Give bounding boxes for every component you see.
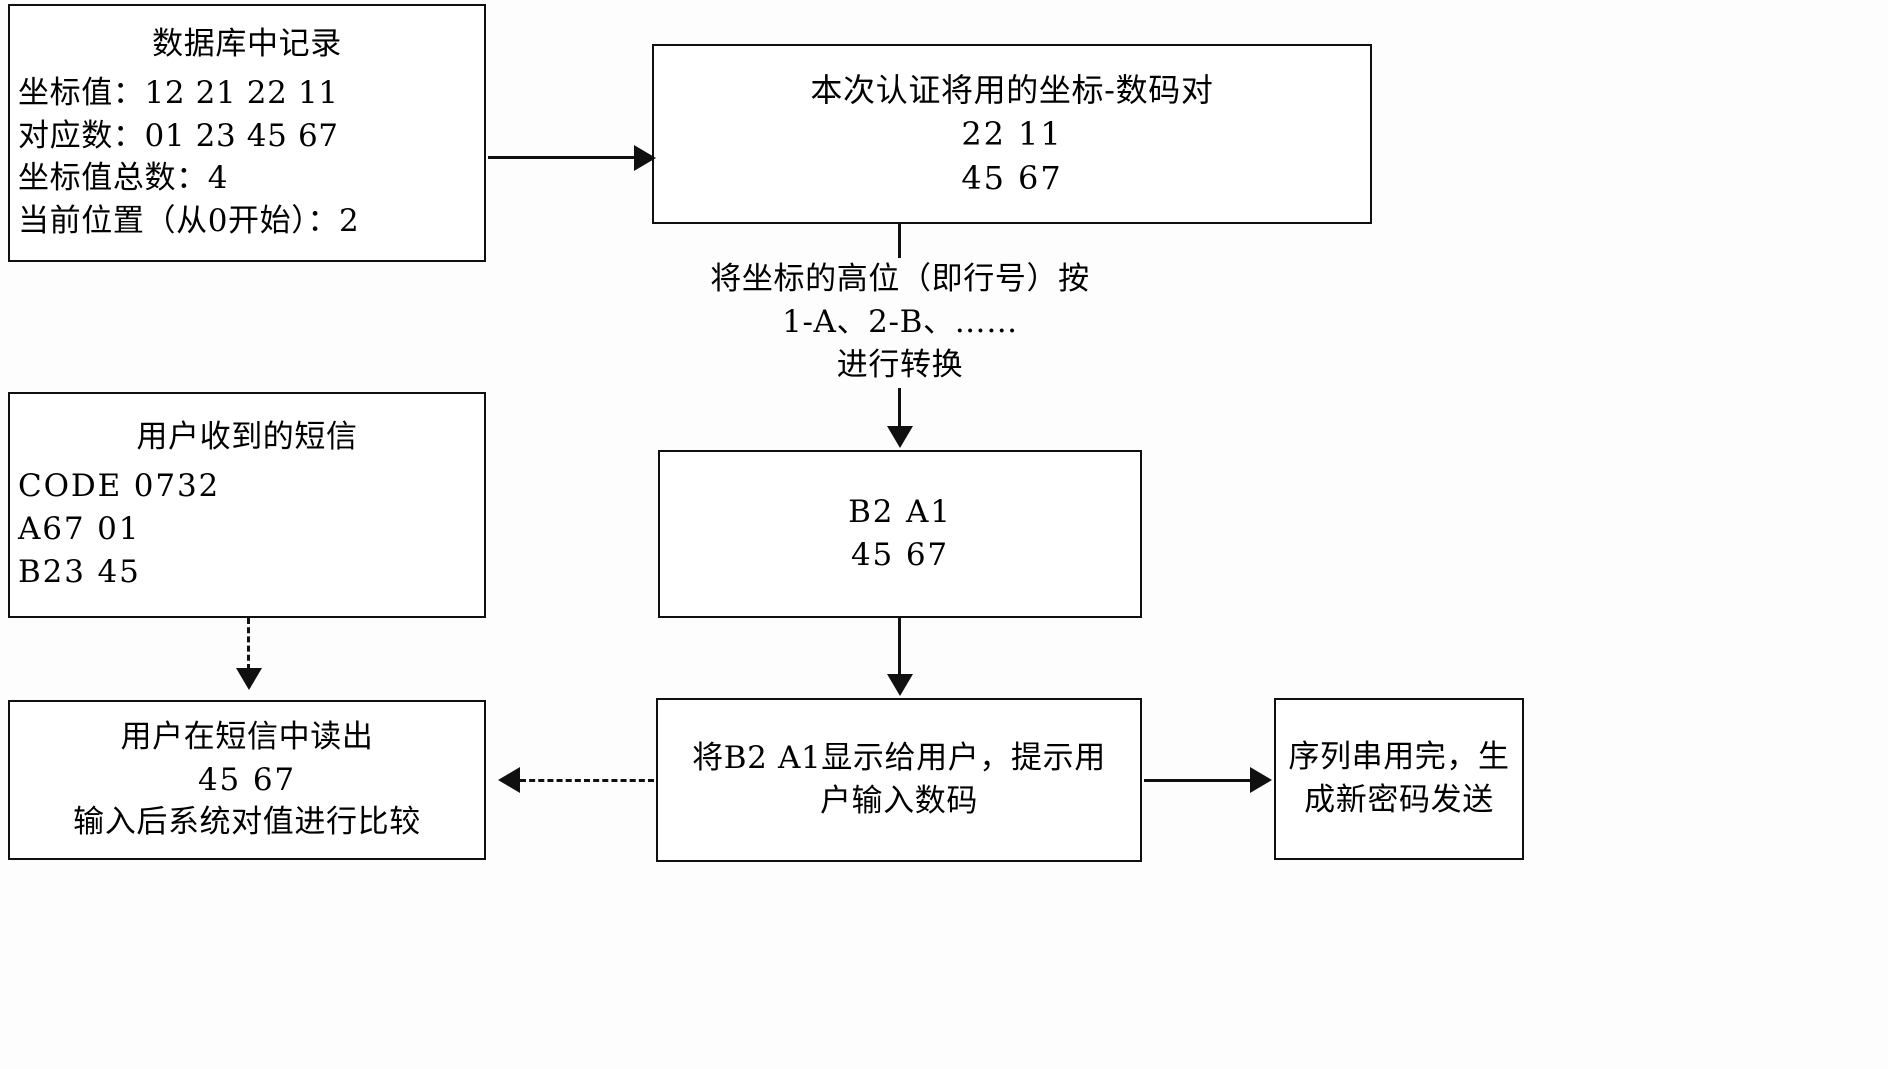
show-to-user-line-2: 户输入数码 xyxy=(819,783,979,819)
box-new-password: 序列串用完，生 成新密码发送 xyxy=(1274,698,1524,860)
pair-for-auth-line-2: 45 67 xyxy=(961,159,1063,198)
box-show-to-user: 将B2 A1显示给用户，提示用 户输入数码 xyxy=(656,698,1142,862)
user-sms-line-2: A67 01 xyxy=(18,511,141,547)
converted-line-2: 45 67 xyxy=(850,537,950,573)
pair-for-auth-line-1: 22 11 xyxy=(961,114,1063,153)
database-record-heading: 数据库中记录 xyxy=(152,26,342,63)
converted-line-1: B2 A1 xyxy=(848,494,952,531)
convert-rule-line-1: 将坐标的高位（即行号）按 xyxy=(710,261,1090,297)
arrowhead-show-to-read xyxy=(498,767,520,793)
connector-show-to-new-password xyxy=(1144,779,1252,782)
database-record-line-4: 当前位置（从0开始）：2 xyxy=(18,203,360,240)
connector-show-to-read xyxy=(520,779,654,782)
user-reads-line-2: 45 67 xyxy=(197,761,297,798)
label-convert-rule: 将坐标的高位（即行号）按 1-A、2-B、…… 进行转换 xyxy=(640,258,1160,386)
connector-sms-to-read xyxy=(247,618,250,670)
connector-pair-to-convert-upper xyxy=(898,224,901,258)
user-sms-heading: 用户收到的短信 xyxy=(136,419,358,456)
database-record-line-1: 坐标值：12 21 22 11 xyxy=(18,74,339,111)
arrowhead-pair-to-convert xyxy=(887,426,913,448)
user-sms-line-1: CODE 0732 xyxy=(18,468,221,505)
connector-convert-to-show xyxy=(898,618,901,676)
convert-rule-line-3: 进行转换 xyxy=(836,346,964,383)
flowchart-canvas: 数据库中记录 坐标值：12 21 22 11 对应数：01 23 45 67 坐… xyxy=(0,0,1888,1069)
box-database-record: 数据库中记录 坐标值：12 21 22 11 对应数：01 23 45 67 坐… xyxy=(8,4,486,262)
new-password-line-1: 序列串用完，生 xyxy=(1288,739,1510,776)
user-sms-line-3: B23 45 xyxy=(18,553,141,590)
box-user-reads-sms: 用户在短信中读出 45 67 输入后系统对值进行比较 xyxy=(8,700,486,860)
box-converted-code: B2 A1 45 67 xyxy=(658,450,1142,618)
database-record-line-2: 对应数：01 23 45 67 xyxy=(18,117,339,154)
connector-pair-to-convert-lower xyxy=(898,388,901,428)
arrowhead-convert-to-show xyxy=(887,674,913,696)
new-password-line-2: 成新密码发送 xyxy=(1304,782,1494,818)
show-to-user-line-1: 将B2 A1显示给用户，提示用 xyxy=(692,740,1106,777)
arrowhead-sms-to-read xyxy=(236,668,262,690)
user-reads-line-1: 用户在短信中读出 xyxy=(120,718,374,755)
connector-db-to-pair xyxy=(488,156,636,159)
database-record-line-3: 坐标值总数：4 xyxy=(18,160,229,197)
user-reads-line-3: 输入后系统对值进行比较 xyxy=(73,804,421,841)
pair-for-auth-heading: 本次认证将用的坐标-数码对 xyxy=(810,70,1214,109)
convert-rule-line-2: 1-A、2-B、…… xyxy=(782,303,1018,340)
arrowhead-db-to-pair xyxy=(634,145,656,171)
arrowhead-show-to-new-password xyxy=(1250,767,1272,793)
box-pair-for-authentication: 本次认证将用的坐标-数码对 22 11 45 67 xyxy=(652,44,1372,224)
box-user-sms: 用户收到的短信 CODE 0732 A67 01 B23 45 xyxy=(8,392,486,618)
